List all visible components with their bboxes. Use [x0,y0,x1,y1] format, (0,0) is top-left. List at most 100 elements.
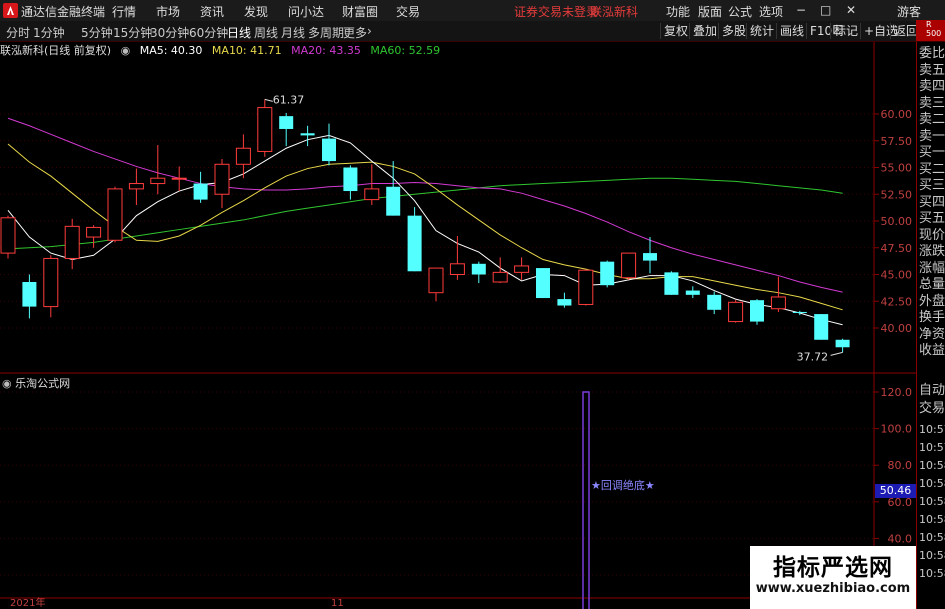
trade-time: 10:58 [919,495,945,508]
candle-body-down [322,138,336,162]
candle-body-down [279,116,294,129]
candle-body-up [770,296,786,310]
indicator-axis-label: 120.0 [881,386,913,399]
signal-bar [582,391,590,609]
candle-body-up [107,188,123,241]
candle-body-down [750,300,764,322]
quote-label: 买五 [919,211,945,226]
quote-label: 换手 [919,310,945,325]
quote-side-panel: 委比 卖五 卖四 卖三 卖二 卖一 买一 买二 买三 买四 买五 现价 涨跌 涨幅 总量 外盘 换手 净资 收益自动… [916,42,945,609]
candle-body-up [492,271,508,283]
candle-body-down [193,183,208,200]
candle-body-down [600,261,615,286]
quote-label: 净资 [919,326,945,342]
quote-label: 卖一 [919,128,945,144]
high-price-label: 61.37 [273,93,305,106]
quote-label: 买二 [919,161,945,177]
quote-label: 现价 [919,227,945,243]
low-pointer [830,351,843,356]
trade-time: 10:57 [919,441,945,454]
quote-label: 买四 [919,194,945,210]
candle-body-down [22,281,37,307]
candle-body-up [43,257,59,308]
candle-body-down [557,299,572,306]
indicator-current-value: 50.46 [875,484,916,498]
quote-label: 买一 [919,145,945,160]
candle-body-up [150,177,166,185]
candle-body-up [728,301,744,323]
quote-label: 涨跌 [919,244,945,259]
watermark-banner: 指标严选网 www.xuezhibiao.com [750,546,916,609]
price-axis-label: 50.00 [881,215,913,228]
trade-time: 10:58 [919,567,945,580]
candle-body-down [685,290,700,295]
candle-body-down [814,314,829,340]
price-axis-label: 45.00 [881,269,913,282]
candle-body-up [214,163,230,195]
quote-label: 卖五 [919,62,945,78]
indicator-axis-label: 40.0 [888,532,913,545]
candle-body-down [536,268,550,299]
candle-body-up [235,147,251,165]
price-axis-label: 47.50 [881,242,913,255]
quote-label: 外盘 [919,293,945,309]
price-axis-label: 40.00 [881,322,913,335]
candle-body-down [792,311,807,314]
trade-time: 10:58 [919,531,945,544]
candle-body-down [664,272,679,295]
trade-time: 10:58 [919,477,945,490]
price-axis-label: 52.50 [881,188,913,201]
price-axis-label: 55.00 [881,162,913,175]
ma10-line [7,143,843,311]
quote-label: 买三 [919,178,945,193]
quote-label: 卖四 [919,79,945,94]
candle-body-down [643,253,657,261]
quote-label: 委比 [919,46,945,61]
candle-body-up [257,107,273,152]
candle-body-down [471,263,486,275]
trade-time: 10:58 [919,459,945,472]
indicator-axis-label: 100.0 [881,423,913,436]
candle-body-up [64,225,80,259]
candle-body-up [578,269,594,305]
ma20-line [7,117,843,293]
signal-label: ★回调绝底★ [591,478,655,492]
candle-body-up [86,226,102,238]
trade-label: 自动 [919,383,945,398]
candle-body-up [428,267,444,294]
watermark-url: www.xuezhibiao.com [755,581,911,596]
price-axis-label: 57.50 [881,135,913,148]
trade-label: 交易 [919,401,945,416]
low-price-label: 37.72 [797,350,829,363]
trade-time: 10:57 [919,423,945,436]
candle-body-down [707,294,722,310]
candle-body-up [171,177,187,180]
candle-body-up [621,252,637,279]
candle-body-up [449,263,465,275]
candle-body-down [300,133,315,136]
candle-body-up [128,183,144,190]
quote-label: 总量 [919,277,945,292]
settings-icon[interactable]: ◉ [2,377,12,390]
quote-label: 卖二 [919,112,945,127]
candle-body-up [0,217,16,254]
price-axis-label: 42.50 [881,295,913,308]
indicator-axis-label: 80.0 [888,459,913,472]
candle-body-down [407,215,422,272]
date-mid: 11 [331,598,344,609]
trade-time: 10:58 [919,549,945,562]
indicator-title: ◉ 乐淘公式网 [2,375,70,391]
candle-body-down [835,339,850,348]
price-axis-label: 60.00 [881,108,913,121]
quote-label: 收益 [919,343,945,358]
indicator-name: 乐淘公式网 [15,377,71,390]
quote-label: 卖三 [919,95,945,111]
candle-body-down [343,167,358,192]
kline-chart[interactable]: 60.00 57.50 55.00 52.50 50.00 47.50 45.00 42.50… [0,0,945,609]
watermark-title: 指标严选网 [773,555,893,581]
date-start: 2021年 [10,596,45,609]
candle-body-down [386,186,401,216]
trade-time: 10:58 [919,513,945,526]
quote-label: 涨幅 [919,260,945,276]
candle-body-up [514,265,530,273]
